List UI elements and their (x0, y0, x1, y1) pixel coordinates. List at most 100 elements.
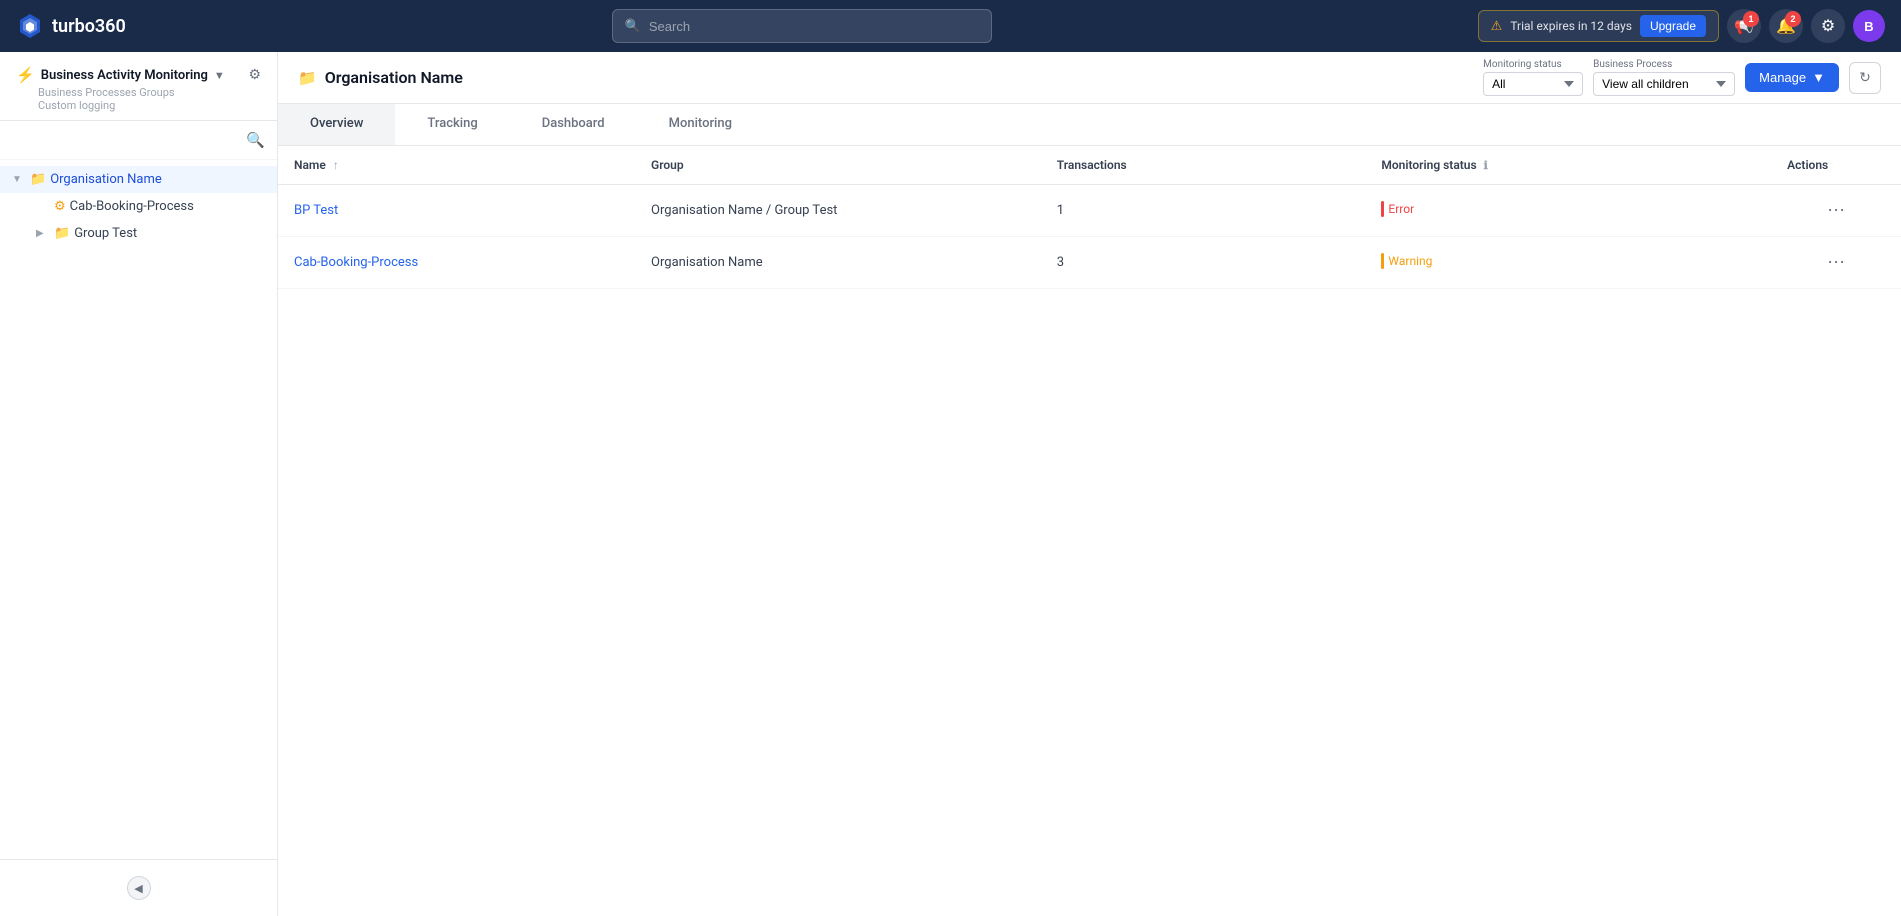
transactions-count-2: 3 (1057, 255, 1064, 270)
manage-chevron-icon: ▼ (1812, 70, 1825, 85)
table-header: Name ↑ Group Transactions Monitoring sta… (278, 146, 1901, 185)
status-badge-warning[interactable]: Warning (1381, 253, 1432, 269)
manage-label: Manage (1759, 70, 1806, 85)
tab-tracking-label: Tracking (427, 116, 477, 131)
row-actions-button-1[interactable]: ⋯ (1819, 198, 1853, 223)
warning-icon: ⚠ (1491, 19, 1503, 34)
sidebar-header: ⚡ Business Activity Monitoring ▼ ⚙ Busin… (0, 52, 277, 121)
avatar-button[interactable]: B (1853, 10, 1885, 42)
notifications-button[interactable]: 🔔 2 (1769, 9, 1803, 43)
row-actions-button-2[interactable]: ⋯ (1819, 250, 1853, 275)
bp-test-link[interactable]: BP Test (294, 203, 338, 218)
manage-button[interactable]: Manage ▼ (1745, 63, 1839, 92)
refresh-button[interactable]: ↻ (1849, 62, 1881, 94)
tab-overview-label: Overview (310, 116, 363, 131)
search-icon: 🔍 (625, 19, 641, 34)
transactions-count-1: 1 (1057, 203, 1064, 218)
sidebar-search-row: 🔍 (0, 121, 277, 160)
search-box[interactable]: 🔍 (612, 9, 992, 43)
gear-icon: ⚙ (1821, 16, 1835, 36)
brand-name: turbo360 (52, 16, 126, 37)
sidebar-item-label-org: Organisation Name (50, 172, 265, 187)
business-process-table: Name ↑ Group Transactions Monitoring sta… (278, 146, 1901, 289)
cell-group-1: Organisation Name / Group Test (635, 185, 1041, 237)
cell-actions-2: ⋯ (1771, 237, 1901, 289)
tab-monitoring-label: Monitoring (669, 116, 732, 131)
group-text-2: Organisation Name (651, 255, 763, 270)
cell-actions-1: ⋯ (1771, 185, 1901, 237)
navbar: turbo360 🔍 ⚠ Trial expires in 12 days Up… (0, 0, 1901, 52)
tab-monitoring[interactable]: Monitoring (637, 104, 764, 145)
monitoring-status-label: Monitoring status (1483, 59, 1583, 70)
col-group-label: Group (651, 158, 684, 172)
cab-booking-link[interactable]: Cab-Booking-Process (294, 255, 418, 270)
content-header: 📁 Organisation Name Monitoring status Al… (278, 52, 1901, 104)
turbo-logo-icon (16, 12, 44, 40)
sidebar-item-label-cab: Cab-Booking-Process (70, 199, 265, 214)
monitoring-status-select[interactable]: All Error Warning OK (1483, 72, 1583, 96)
sidebar-item-group-test[interactable]: ▶ 📁 Group Test (0, 220, 277, 247)
col-header-transactions: Transactions (1041, 146, 1366, 185)
main-layout: ⚡ Business Activity Monitoring ▼ ⚙ Busin… (0, 52, 1901, 916)
sidebar-collapse-button[interactable]: ◀ (127, 876, 151, 900)
cell-transactions-2: 3 (1041, 237, 1366, 289)
col-header-group: Group (635, 146, 1041, 185)
status-label-error: Error (1388, 202, 1414, 216)
business-process-label: Business Process (1593, 59, 1735, 70)
announcements-button[interactable]: 📢 1 (1727, 9, 1761, 43)
sidebar-gear-icon[interactable]: ⚙ (248, 67, 261, 83)
folder-icon: 📁 (30, 172, 46, 187)
tab-dashboard[interactable]: Dashboard (510, 104, 637, 145)
status-label-warning: Warning (1388, 254, 1432, 268)
sidebar-module-label: Business Activity Monitoring (41, 68, 208, 83)
bp-icon: ⚙ (54, 199, 66, 214)
collapse-chevron-icon: ▶ (36, 228, 50, 239)
activity-icon: ⚡ (16, 66, 35, 84)
col-header-actions: Actions (1771, 146, 1901, 185)
navbar-right: ⚠ Trial expires in 12 days Upgrade 📢 1 🔔… (1478, 9, 1885, 43)
col-header-monitoring: Monitoring status ℹ (1365, 146, 1771, 185)
cell-monitoring-1: Error (1365, 185, 1771, 237)
col-actions-label: Actions (1787, 158, 1828, 172)
table-row: BP Test Organisation Name / Group Test 1… (278, 185, 1901, 237)
sidebar-module-title[interactable]: ⚡ Business Activity Monitoring ▼ (16, 66, 225, 84)
cell-monitoring-2: Warning (1365, 237, 1771, 289)
folder-icon-group: 📁 (54, 226, 70, 241)
settings-button[interactable]: ⚙ (1811, 9, 1845, 43)
tab-tracking[interactable]: Tracking (395, 104, 509, 145)
sidebar-item-cab-booking[interactable]: ⚙ Cab-Booking-Process (0, 193, 277, 220)
business-process-select[interactable]: View all children View direct children (1593, 72, 1735, 96)
status-bar-error (1381, 201, 1384, 217)
table-container: Name ↑ Group Transactions Monitoring sta… (278, 146, 1901, 916)
search-input[interactable] (649, 19, 979, 34)
sidebar-item-organisation[interactable]: ▼ 📁 Organisation Name (0, 166, 277, 193)
tab-overview[interactable]: Overview (278, 104, 395, 145)
col-transactions-label: Transactions (1057, 158, 1127, 172)
status-bar-warning (1381, 253, 1384, 269)
notifications-badge: 2 (1785, 11, 1801, 27)
section-title: Business Processes Groups (38, 86, 175, 99)
cell-name-2: Cab-Booking-Process (278, 237, 635, 289)
announcements-badge: 1 (1743, 11, 1759, 27)
cell-group-2: Organisation Name (635, 237, 1041, 289)
col-name-label: Name (294, 158, 326, 172)
monitoring-status-group: Monitoring status All Error Warning OK (1483, 59, 1583, 96)
status-badge-error[interactable]: Error (1381, 201, 1414, 217)
cell-name-1: BP Test (278, 185, 635, 237)
group-text-1: Organisation Name / Group Test (651, 203, 837, 218)
table-body: BP Test Organisation Name / Group Test 1… (278, 185, 1901, 289)
sidebar-tree: ▼ 📁 Organisation Name ⚙ Cab-Booking-Proc… (0, 160, 277, 859)
refresh-icon: ↻ (1859, 69, 1871, 86)
upgrade-button[interactable]: Upgrade (1640, 15, 1706, 37)
page-title: Organisation Name (325, 68, 463, 87)
col-header-name[interactable]: Name ↑ (278, 146, 635, 185)
sidebar-footer: ◀ (0, 859, 277, 916)
sidebar-item-label-group: Group Test (74, 226, 265, 241)
trial-banner: ⚠ Trial expires in 12 days Upgrade (1478, 10, 1719, 42)
table-row: Cab-Booking-Process Organisation Name 3 … (278, 237, 1901, 289)
header-controls: Monitoring status All Error Warning OK B… (1483, 59, 1881, 96)
expand-chevron-icon: ▼ (12, 174, 26, 185)
sidebar-subtitle: Business Processes Groups Custom logging (38, 86, 261, 112)
business-process-group: Business Process View all children View … (1593, 59, 1735, 96)
sidebar-search-icon[interactable]: 🔍 (246, 131, 265, 149)
